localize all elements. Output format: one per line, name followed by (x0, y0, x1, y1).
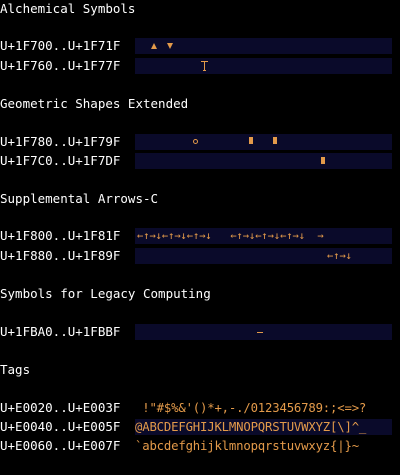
block-row: U+1FBA0..U+1FBBF (0, 324, 400, 340)
block-title-supplemental-arrows-c: Supplemental Arrows-C (0, 191, 159, 206)
code-range-label: U+1F700..U+1F71F (0, 38, 121, 53)
arrow-glyphs: ←↑→↓ (327, 250, 352, 262)
block-row: U+1F7C0..U+1F7DF (0, 153, 400, 169)
code-range-label: U+E0060..U+E007F (0, 438, 121, 453)
block-row: U+1F760..U+1F77F (0, 58, 400, 74)
code-range-label: U+1F7C0..U+1F7DF (0, 153, 121, 168)
block-row: U+1F880..U+1F89F ←↑→↓ (0, 248, 400, 264)
block-row: U+1F780..U+1F79F (0, 134, 400, 150)
small-square-icon (321, 157, 325, 164)
code-range-label: U+1FBA0..U+1FBBF (0, 324, 121, 339)
block-row: U+E0060..U+E007F `abcdefghijklmnopqrstuv… (0, 438, 400, 454)
small-circle-icon (193, 139, 198, 144)
code-range-label: U+1F800..U+1F81F (0, 228, 121, 243)
code-range-label: U+1F760..U+1F77F (0, 58, 121, 73)
block-title-tags: Tags (0, 362, 31, 377)
code-range-label: U+E0020..U+E003F (0, 400, 121, 415)
code-range-label: U+E0040..U+E005F (0, 419, 121, 434)
small-square-icon (273, 137, 277, 144)
alchemical-t-glyph-icon (201, 60, 208, 71)
code-range-label: U+1F780..U+1F79F (0, 134, 121, 149)
glyph-strip (135, 38, 392, 54)
arrow-glyphs: ←↑→↓←↑→↓←↑→↓ ←↑→↓←↑→↓←↑→↓ → (137, 230, 324, 242)
small-square-icon (249, 137, 253, 144)
block-title-symbols-for-legacy-computing: Symbols for Legacy Computing (0, 286, 211, 301)
tag-glyphs: `abcdefghijklmnopqrstuvwxyz{|}~ (135, 439, 359, 453)
block-row: U+1F800..U+1F81F ←↑→↓←↑→↓←↑→↓ ←↑→↓←↑→↓←↑… (0, 228, 400, 244)
block-title-alchemical-symbols: Alchemical Symbols (0, 1, 136, 16)
alchemical-triangle-down-icon (167, 43, 173, 49)
glyph-strip (135, 58, 392, 74)
alchemical-triangle-up-icon (151, 43, 157, 49)
block-row: U+1F700..U+1F71F (0, 38, 400, 54)
glyph-strip (135, 134, 392, 150)
glyph-strip (135, 153, 392, 169)
glyph-strip (135, 248, 392, 264)
horizontal-line-icon (257, 332, 263, 333)
glyph-strip (135, 324, 392, 340)
block-row: U+E0020..U+E003F !"#$%&'()*+,-./01234567… (0, 400, 400, 416)
code-range-label: U+1F880..U+1F89F (0, 248, 121, 263)
block-row: U+E0040..U+E005F @ABCDEFGHIJKLMNOPQRSTUV… (0, 419, 400, 435)
tag-glyphs: !"#$%&'()*+,-./0123456789:;<=>? (135, 401, 367, 415)
tag-glyphs: @ABCDEFGHIJKLMNOPQRSTUVWXYZ[\]^_ (135, 420, 367, 434)
block-title-geometric-shapes-extended: Geometric Shapes Extended (0, 96, 189, 111)
